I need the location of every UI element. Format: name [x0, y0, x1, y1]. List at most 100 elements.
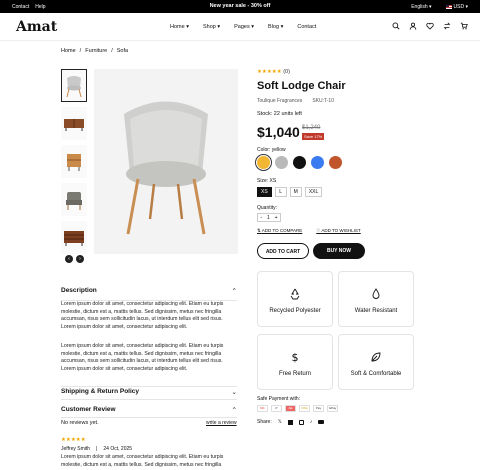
chevron-up-icon: ⌃	[231, 407, 237, 414]
no-reviews-text: No reviews yet.	[61, 420, 99, 426]
payment-label: Safe Payment with:	[257, 396, 301, 402]
color-label: Color: yellow	[257, 147, 286, 153]
dresser-thumb-image	[64, 230, 84, 246]
add-to-compare-link[interactable]: ⇅ ADD TO COMPARE	[257, 228, 302, 234]
visa-icon: VISA	[299, 405, 310, 412]
svg-text:$: $	[292, 351, 299, 363]
promo-text: New year sale - 30% off	[209, 3, 271, 9]
thumbnail-nightstand[interactable]	[61, 145, 87, 178]
main-product-image	[94, 69, 238, 254]
water-drop-icon	[372, 288, 380, 299]
logo[interactable]: Amat	[16, 19, 57, 35]
product-rating[interactable]: ★★★★★ (0)	[257, 69, 290, 75]
feature-recycled: Recycled Polyester	[257, 271, 333, 327]
review-heading: Customer Review	[61, 406, 116, 413]
nightstand-thumb-image	[67, 153, 81, 171]
decrease-button[interactable]: -	[260, 215, 262, 221]
product-price: $1,040	[257, 124, 300, 140]
site-header: Amat Home ▾ Shop ▾ Pages ▾ Blog ▾ Contac…	[0, 13, 480, 41]
compare-icon[interactable]	[443, 22, 451, 30]
announcement-bar: Contact Help New year sale - 30% off Eng…	[0, 0, 480, 13]
add-to-wishlist-link[interactable]: ♡ ADD TO WISHLIST	[316, 228, 360, 234]
shipping-accordion[interactable]: Shipping & Return Policy ⌄	[61, 386, 237, 400]
feature-label: Recycled Polyester	[269, 308, 321, 314]
increase-button[interactable]: +	[275, 215, 278, 221]
product-vendor[interactable]: Toulique Fragrances	[257, 98, 302, 104]
thumbnail-strip	[61, 69, 87, 259]
size-xs[interactable]: XS	[257, 187, 272, 197]
cart-icon[interactable]	[460, 22, 468, 30]
add-to-cart-button[interactable]: ADD TO CART	[257, 243, 309, 259]
dollar-icon: $	[292, 351, 299, 364]
nav-blog[interactable]: Blog ▾	[268, 24, 283, 30]
search-icon[interactable]	[392, 22, 400, 30]
flag-icon	[445, 4, 452, 9]
chair-thumb-image	[66, 75, 82, 97]
chevron-down-icon: ⌄	[231, 389, 237, 396]
description-accordion[interactable]: Description ⌃	[61, 287, 237, 301]
tiktok-icon[interactable]: ♪	[310, 419, 313, 425]
leaf-icon	[371, 352, 381, 362]
googlepay-icon: GPay	[327, 405, 338, 412]
swatch-blue[interactable]	[311, 156, 324, 169]
product-sku: SKU:T-10	[312, 98, 334, 104]
thumbnail-chair[interactable]	[61, 69, 87, 102]
feature-return: $ Free Return	[257, 334, 333, 390]
paypal-icon: P	[271, 405, 282, 412]
applepay-icon: Pay	[313, 405, 324, 412]
swatch-grey[interactable]	[275, 156, 288, 169]
payment-methods: MC P AE VISA Pay GPay	[257, 405, 338, 412]
prev-arrow-icon[interactable]: ‹	[65, 255, 73, 263]
feature-label: Soft & Comfortable	[350, 371, 402, 377]
amex-icon: AE	[285, 405, 296, 412]
crumb-furniture[interactable]: Furniture	[85, 48, 107, 54]
review-stars: ★★★★★	[61, 437, 86, 443]
review-accordion[interactable]: Customer Review ⌃	[61, 406, 237, 418]
nav-pages[interactable]: Pages ▾	[234, 24, 254, 30]
feature-label: Free Return	[278, 371, 311, 377]
main-nav: Home ▾ Shop ▾ Pages ▾ Blog ▾ Contact	[170, 24, 316, 30]
compare-price: $1,240	[302, 125, 321, 131]
size-m[interactable]: M	[289, 187, 302, 197]
breadcrumb: Home / Furniture / Sofa	[61, 48, 129, 54]
swatch-black[interactable]	[293, 156, 306, 169]
wishlist-icon[interactable]	[426, 22, 434, 30]
crumb-home[interactable]: Home	[61, 48, 76, 54]
write-review-link[interactable]: write a review	[206, 420, 237, 426]
x-icon[interactable]: 𝕏	[278, 419, 282, 425]
description-paragraph: Lorem ipsum dolor sit amet, consectetur …	[61, 301, 224, 330]
review-date: 24 Oct, 2025	[103, 446, 133, 452]
feature-soft: Soft & Comfortable	[338, 334, 414, 390]
nav-shop[interactable]: Shop ▾	[203, 24, 220, 30]
account-icon[interactable]	[409, 22, 417, 30]
thumbnail-sideboard[interactable]	[61, 107, 87, 140]
shipping-heading: Shipping & Return Policy	[61, 388, 140, 395]
stock-status: Stock: 22 units left	[257, 111, 302, 117]
description-heading: Description	[61, 287, 97, 294]
quantity-value[interactable]: 1	[267, 215, 270, 221]
swatch-yellow[interactable]	[255, 154, 272, 171]
share-label: Share:	[257, 419, 272, 425]
feature-label: Water Resistant	[354, 308, 398, 314]
nav-contact[interactable]: Contact	[297, 24, 316, 30]
instagram-icon[interactable]	[298, 419, 304, 425]
quantity-label: Quantity:	[257, 205, 278, 211]
size-xxl[interactable]: XXL	[304, 187, 323, 197]
color-swatches	[255, 154, 342, 171]
language-select[interactable]: English ▾	[411, 4, 431, 10]
next-arrow-icon[interactable]: ›	[76, 255, 84, 263]
size-l[interactable]: L	[274, 187, 287, 197]
quantity-stepper: - 1 +	[257, 213, 281, 222]
thumbnail-armchair[interactable]	[61, 183, 87, 216]
currency-select[interactable]: USD ▾	[445, 4, 468, 10]
recycle-icon	[290, 288, 300, 300]
buy-now-button[interactable]: BUY NOW	[313, 243, 365, 259]
facebook-icon[interactable]	[287, 419, 293, 425]
size-label: Size: XS	[257, 178, 277, 184]
nav-home[interactable]: Home ▾	[170, 24, 189, 30]
thumbnail-dresser[interactable]	[61, 221, 87, 254]
youtube-icon[interactable]	[318, 420, 325, 424]
review-text: Lorem ipsum dolor sit amet, consectetur …	[61, 454, 224, 468]
feature-water: Water Resistant	[338, 271, 414, 327]
swatch-rust[interactable]	[329, 156, 342, 169]
